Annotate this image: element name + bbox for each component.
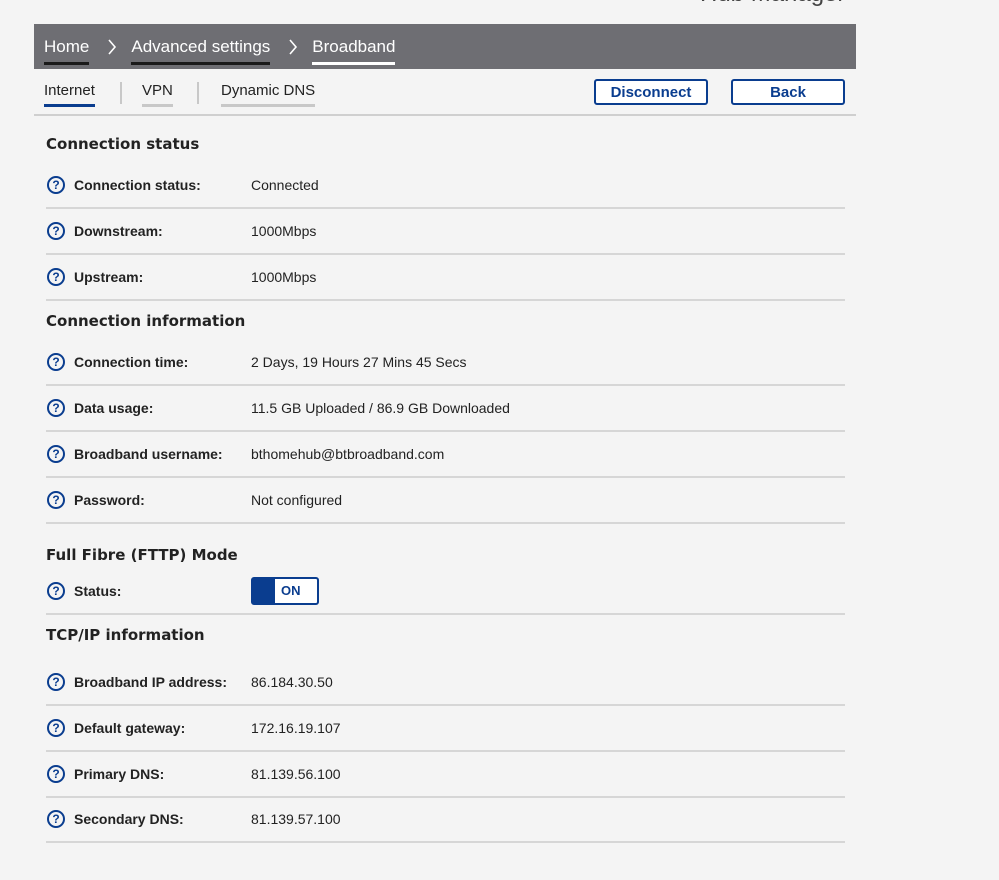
tab-vpn[interactable]: VPN xyxy=(142,82,173,107)
row-label: Broadband username: xyxy=(74,446,223,462)
back-button[interactable]: Back xyxy=(731,79,845,105)
row-value: Not configured xyxy=(251,492,343,508)
tab-internet-label: Internet xyxy=(44,82,95,99)
breadcrumb-advanced-settings-label: Advanced settings xyxy=(131,36,271,56)
help-icon[interactable]: ? xyxy=(47,582,65,600)
breadcrumb-underline xyxy=(131,62,271,65)
breadcrumb-advanced-settings[interactable]: Advanced settings xyxy=(131,24,271,69)
row-value: 81.139.56.100 xyxy=(251,766,341,782)
row-value: 11.5 GB Uploaded / 86.9 GB Downloaded xyxy=(251,400,510,416)
tab-internet[interactable]: Internet xyxy=(44,82,95,107)
section-title-tcpip: TCP/IP information xyxy=(46,626,205,644)
chevron-right-icon xyxy=(107,38,117,55)
row-value: bthomehub@btbroadband.com xyxy=(251,446,445,462)
help-icon[interactable]: ? xyxy=(47,353,65,371)
row-label: Status: xyxy=(74,583,122,599)
breadcrumb-broadband-label: Broadband xyxy=(312,36,396,56)
info-row-downstream: ? Downstream: 1000Mbps xyxy=(46,209,845,255)
info-row-data-usage: ? Data usage: 11.5 GB Uploaded / 86.9 GB… xyxy=(46,386,845,432)
tab-vpn-label: VPN xyxy=(142,82,173,99)
breadcrumb: Home Advanced settings Broadband xyxy=(34,24,856,69)
info-row-upstream: ? Upstream: 1000Mbps xyxy=(46,255,845,301)
row-value: 1000Mbps xyxy=(251,269,317,285)
row-label: Data usage: xyxy=(74,400,154,416)
row-label: Upstream: xyxy=(74,269,144,285)
help-icon[interactable]: ? xyxy=(47,673,65,691)
info-row-fttp-status: ? Status: ON xyxy=(46,569,845,615)
help-icon[interactable]: ? xyxy=(47,222,65,240)
info-row-primary-dns: ? Primary DNS: 81.139.56.100 xyxy=(46,752,845,798)
section-title-full-fibre: Full Fibre (FTTP) Mode xyxy=(46,546,238,564)
breadcrumb-underline xyxy=(44,62,90,65)
row-value: 81.139.57.100 xyxy=(251,811,341,827)
disconnect-button[interactable]: Disconnect xyxy=(594,79,708,105)
row-label: Downstream: xyxy=(74,223,163,239)
info-row-connection-status: ? Connection status: Connected xyxy=(46,163,845,209)
chevron-right-icon xyxy=(288,38,298,55)
help-icon[interactable]: ? xyxy=(47,399,65,417)
info-row-broadband-username: ? Broadband username: bthomehub@btbroadb… xyxy=(46,432,845,478)
breadcrumb-broadband[interactable]: Broadband xyxy=(312,24,396,69)
tab-dynamic-dns-label: Dynamic DNS xyxy=(221,82,316,99)
help-icon[interactable]: ? xyxy=(47,445,65,463)
help-icon[interactable]: ? xyxy=(47,491,65,509)
help-icon[interactable]: ? xyxy=(47,765,65,783)
breadcrumb-underline xyxy=(312,62,396,65)
row-label: Password: xyxy=(74,492,145,508)
tab-underline xyxy=(142,104,173,107)
app-title: Hub Manager xyxy=(700,0,845,8)
tab-dynamic-dns[interactable]: Dynamic DNS xyxy=(221,82,316,107)
row-label: Broadband IP address: xyxy=(74,674,228,690)
info-row-password: ? Password: Not configured xyxy=(46,478,845,524)
breadcrumb-home-label: Home xyxy=(44,36,90,56)
info-row-connection-time: ? Connection time: 2 Days, 19 Hours 27 M… xyxy=(46,340,845,386)
row-value: 1000Mbps xyxy=(251,223,317,239)
help-icon[interactable]: ? xyxy=(47,268,65,286)
info-row-secondary-dns: ? Secondary DNS: 81.139.57.100 xyxy=(46,797,845,843)
tab-divider xyxy=(197,82,199,104)
tab-bar: Internet VPN Dynamic DNS Disconnect Back xyxy=(34,70,856,116)
help-icon[interactable]: ? xyxy=(47,719,65,737)
row-label: Secondary DNS: xyxy=(74,811,184,827)
row-label: Primary DNS: xyxy=(74,766,165,782)
help-icon[interactable]: ? xyxy=(47,810,65,828)
help-icon[interactable]: ? xyxy=(47,176,65,194)
breadcrumb-home[interactable]: Home xyxy=(44,24,90,69)
tab-divider xyxy=(120,82,122,104)
row-value: Connected xyxy=(251,177,319,193)
toggle-state-label: ON xyxy=(281,583,301,598)
info-row-default-gateway: ? Default gateway: 172.16.19.107 xyxy=(46,706,845,752)
row-value: 2 Days, 19 Hours 27 Mins 45 Secs xyxy=(251,354,467,370)
toggle-knob xyxy=(253,579,275,603)
tab-underline xyxy=(44,104,95,107)
row-label: Connection status: xyxy=(74,177,201,193)
info-row-broadband-ip: ? Broadband IP address: 86.184.30.50 xyxy=(46,660,845,706)
row-value: 172.16.19.107 xyxy=(251,720,341,736)
row-label: Default gateway: xyxy=(74,720,186,736)
fttp-mode-toggle[interactable]: ON xyxy=(251,577,319,605)
row-label: Connection time: xyxy=(74,354,189,370)
row-value: 86.184.30.50 xyxy=(251,674,333,690)
tab-underline xyxy=(221,104,316,107)
section-title-connection-information: Connection information xyxy=(46,312,246,330)
section-title-connection-status: Connection status xyxy=(46,135,200,153)
